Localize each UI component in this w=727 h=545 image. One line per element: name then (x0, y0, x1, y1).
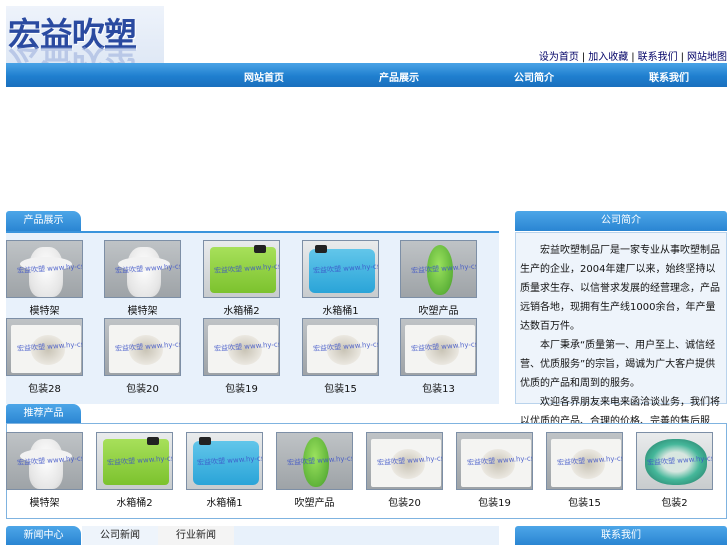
product-thumbnail[interactable]: 宏益吹塑 www.hy-cs.com (400, 318, 477, 376)
product-caption[interactable]: 包装28 (6, 380, 83, 395)
nav-contact[interactable]: 联系我们 (649, 69, 689, 84)
section-recommend-tab[interactable]: 推荐产品 (6, 404, 81, 424)
subtab-company-news[interactable]: 公司新闻 (82, 526, 158, 545)
product-caption[interactable]: 包装20 (366, 494, 443, 509)
main-nav: 网站首页 产品展示 公司简介 联系我们 (6, 63, 727, 87)
tank-cap-shape (254, 245, 266, 253)
product-thumbnail[interactable]: 宏益吹塑 www.hy-cs.com (186, 432, 263, 490)
product-thumbnail[interactable]: 宏益吹塑 www.hy-cs.com (636, 432, 713, 490)
product-thumbnail[interactable]: 宏益吹塑 www.hy-cs.com (6, 240, 83, 298)
nav-home[interactable]: 网站首页 (244, 69, 284, 84)
product-thumbnail[interactable]: 宏益吹塑 www.hy-cs.com (6, 318, 83, 376)
product-thumbnail[interactable]: 宏益吹塑 www.hy-cs.com (366, 432, 443, 490)
intro-paragraph: 本厂秉承“质量第一、用户至上、诚信经营、优质服务”的宗旨，竭诚为广大客户提供优质… (520, 340, 716, 389)
news-tab[interactable]: 新闻中心 (6, 526, 81, 545)
product-caption[interactable]: 包装19 (456, 494, 533, 509)
product-caption[interactable]: 包装15 (302, 380, 379, 395)
toplink-favorite[interactable]: 加入收藏 (588, 52, 628, 63)
product-caption[interactable]: 水箱桶2 (203, 302, 280, 317)
product-thumbnail[interactable]: 宏益吹塑 www.hy-cs.com (96, 432, 173, 490)
toplink-sitemap[interactable]: 网站地图 (687, 52, 727, 63)
product-caption[interactable]: 包装2 (636, 494, 713, 509)
product-caption[interactable]: 水箱桶1 (302, 302, 379, 317)
intro-paragraph: 宏益吹塑制品厂是一家专业从事吹塑制品生产的企业，2004年建厂以来，始终坚持以质… (520, 245, 720, 332)
logo-reflection: 宏益吹塑 (8, 42, 136, 64)
nav-about[interactable]: 公司简介 (514, 69, 554, 84)
product-thumbnail[interactable]: 宏益吹塑 www.hy-cs.com (276, 432, 353, 490)
product-caption[interactable]: 吹塑产品 (400, 302, 477, 317)
section-about-tab[interactable]: 公司简介 (515, 211, 727, 231)
toplink-set-home[interactable]: 设为首页 (539, 52, 579, 63)
tank-cap-shape (199, 437, 211, 445)
product-thumbnail[interactable]: 宏益吹塑 www.hy-cs.com (302, 318, 379, 376)
product-thumbnail[interactable]: 宏益吹塑 www.hy-cs.com (456, 432, 533, 490)
product-thumbnail[interactable]: 宏益吹塑 www.hy-cs.com (203, 240, 280, 298)
nav-products[interactable]: 产品展示 (379, 69, 419, 84)
tank-cap-shape (315, 245, 327, 253)
news-tab-bar (234, 526, 499, 545)
product-caption[interactable]: 模特架 (6, 302, 83, 317)
tank-cap-shape (147, 437, 159, 445)
product-caption[interactable]: 包装15 (546, 494, 623, 509)
section-products-tab[interactable]: 产品展示 (6, 211, 81, 231)
toplink-contact[interactable]: 联系我们 (638, 52, 678, 63)
product-thumbnail[interactable]: 宏益吹塑 www.hy-cs.com (302, 240, 379, 298)
contact-tab[interactable]: 联系我们 (515, 526, 727, 545)
product-caption[interactable]: 包装20 (104, 380, 181, 395)
company-intro: 宏益吹塑制品厂是一家专业从事吹塑制品生产的企业，2004年建厂以来，始终坚持以质… (515, 232, 727, 446)
product-thumbnail[interactable]: 宏益吹塑 www.hy-cs.com (104, 318, 181, 376)
product-caption[interactable]: 吹塑产品 (276, 494, 353, 509)
product-caption[interactable]: 包装19 (203, 380, 280, 395)
product-thumbnail[interactable]: 宏益吹塑 www.hy-cs.com (546, 432, 623, 490)
product-thumbnail[interactable]: 宏益吹塑 www.hy-cs.com (6, 432, 83, 490)
subtab-industry-news[interactable]: 行业新闻 (158, 526, 234, 545)
top-links: 设为首页 | 加入收藏 | 联系我们 | 网站地图 (538, 52, 727, 63)
product-caption[interactable]: 包装13 (400, 380, 477, 395)
product-caption[interactable]: 模特架 (104, 302, 181, 317)
product-thumbnail[interactable]: 宏益吹塑 www.hy-cs.com (104, 240, 181, 298)
product-caption[interactable]: 水箱桶2 (96, 494, 173, 509)
site-logo[interactable]: 宏益吹塑 宏益吹塑 (6, 6, 164, 64)
product-thumbnail[interactable]: 宏益吹塑 www.hy-cs.com (203, 318, 280, 376)
product-caption[interactable]: 水箱桶1 (186, 494, 263, 509)
product-thumbnail[interactable]: 宏益吹塑 www.hy-cs.com (400, 240, 477, 298)
product-caption[interactable]: 模特架 (6, 494, 83, 509)
